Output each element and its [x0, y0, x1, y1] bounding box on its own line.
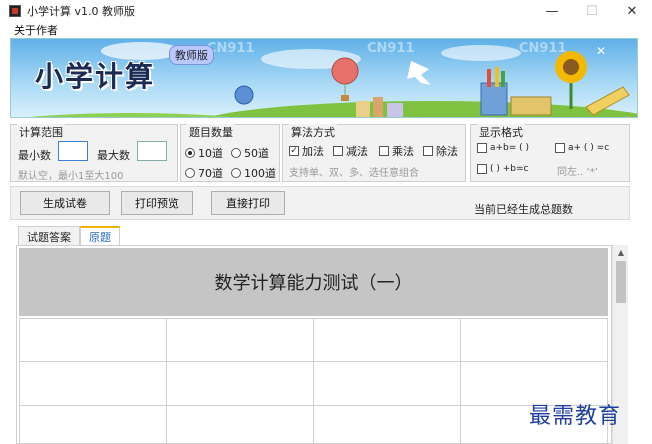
- grid-cell: [19, 406, 167, 443]
- window-controls: — ☐ ✕: [532, 0, 652, 22]
- direct-print-button[interactable]: 直接打印: [211, 191, 285, 215]
- grid-cell: [167, 362, 314, 406]
- tab-answers[interactable]: 试题答案: [18, 226, 80, 246]
- edition-badge: 教师版: [169, 45, 214, 65]
- count-option-50[interactable]: 50道: [231, 145, 269, 161]
- op-subtract-checkbox[interactable]: 减法: [333, 143, 368, 159]
- count-group-title: 题目数量: [187, 124, 235, 140]
- document-view: 数学计算能力测试（一）: [16, 245, 612, 444]
- format-extra-text: 同左.. ‘*’: [557, 167, 598, 178]
- checkbox-icon: [423, 146, 433, 156]
- range-group: 计算范围 最小数 最大数 默认空，最小1至大100: [10, 124, 178, 182]
- checkbox-icon: [379, 146, 389, 156]
- format-option-bc-checkbox[interactable]: ( ) +b=c: [477, 164, 529, 174]
- radio-icon: [185, 168, 195, 178]
- grid-cell: [314, 406, 461, 443]
- ops-hint: 支持单、双、多、选任意组合: [289, 168, 419, 179]
- checkbox-icon: [333, 146, 343, 156]
- checkbox-icon: [477, 164, 487, 174]
- maximize-icon[interactable]: ☐: [572, 0, 612, 22]
- ops-group-title: 算法方式: [289, 124, 337, 140]
- banner-watermark: CN911: [519, 41, 567, 56]
- document-heading: 数学计算能力测试（一）: [19, 248, 608, 316]
- banner-watermark: CN911: [367, 41, 415, 56]
- count-option-10[interactable]: 10道: [185, 145, 223, 161]
- window-title: 小学计算 v1.0 教师版: [27, 5, 135, 18]
- print-preview-button[interactable]: 打印预览: [121, 191, 193, 215]
- count-group: 题目数量 10道 50道 70道 100道: [180, 124, 280, 182]
- generate-exam-button[interactable]: 生成试卷: [20, 191, 110, 215]
- status-total-questions: 当前已经生成总题数: [474, 203, 573, 216]
- format-option-ab-checkbox[interactable]: a+b= ( ): [477, 143, 529, 153]
- range-hint: 默认空，最小1至大100: [18, 171, 124, 182]
- op-add-checkbox[interactable]: ✓ 加法: [289, 143, 324, 159]
- max-label: 最大数: [97, 149, 130, 162]
- menu-bar: 关于作者: [0, 22, 652, 38]
- grid-cell: [19, 362, 167, 406]
- ops-group: 算法方式 ✓ 加法 减法 乘法 除法 支持单、双、多、选任意组合: [282, 124, 466, 182]
- brand-logo: 最需教育: [529, 404, 622, 429]
- radio-selected-icon: [185, 148, 195, 158]
- op-divide-checkbox[interactable]: 除法: [423, 143, 458, 159]
- banner: ✕ CN911 CN911 CN911 小学计算 教师版: [10, 38, 638, 118]
- radio-icon: [231, 168, 241, 178]
- grid-cell: [314, 318, 461, 362]
- svg-text:✕: ✕: [596, 44, 606, 58]
- format-group-title: 显示格式: [477, 124, 525, 140]
- op-multiply-checkbox[interactable]: 乘法: [379, 143, 414, 159]
- minimize-icon[interactable]: —: [532, 0, 572, 22]
- grid-cell: [461, 318, 608, 362]
- grid-row: [19, 318, 608, 362]
- grid-cell: [167, 318, 314, 362]
- banner-watermark: CN911: [207, 41, 255, 56]
- close-icon[interactable]: ✕: [612, 0, 652, 22]
- question-grid: [19, 318, 608, 443]
- count-option-100[interactable]: 100道: [231, 165, 276, 181]
- scroll-up-icon[interactable]: ▲: [613, 245, 629, 259]
- app-icon: [9, 5, 21, 17]
- grid-row: [19, 406, 608, 443]
- title-bar: 小学计算 v1.0 教师版 — ☐ ✕: [0, 0, 652, 22]
- min-number-input[interactable]: [58, 141, 88, 161]
- format-group: 显示格式 a+b= ( ) a+ ( ) =c ( ) +b=c 同左.. ‘*…: [470, 124, 630, 182]
- range-group-title: 计算范围: [17, 124, 65, 140]
- grid-cell: [167, 406, 314, 443]
- grid-cell: [314, 362, 461, 406]
- tab-bar: 试题答案 原题: [18, 226, 120, 246]
- grid-cell: [19, 318, 167, 362]
- max-number-input[interactable]: [137, 141, 167, 161]
- grid-row: [19, 362, 608, 406]
- checkmark-icon: ✓: [289, 146, 299, 156]
- scroll-thumb[interactable]: [616, 261, 626, 303]
- min-label: 最小数: [18, 149, 51, 162]
- checkbox-icon: [477, 143, 487, 153]
- checkbox-icon: [555, 143, 565, 153]
- radio-icon: [231, 148, 241, 158]
- count-option-70[interactable]: 70道: [185, 165, 223, 181]
- format-option-ac-checkbox[interactable]: a+ ( ) =c: [555, 143, 609, 153]
- menu-item-about-author[interactable]: 关于作者: [14, 22, 58, 38]
- banner-title: 小学计算: [35, 60, 156, 93]
- action-bar: 生成试卷 打印预览 直接打印 当前已经生成总题数: [10, 186, 630, 220]
- tab-original-questions[interactable]: 原题: [80, 226, 120, 246]
